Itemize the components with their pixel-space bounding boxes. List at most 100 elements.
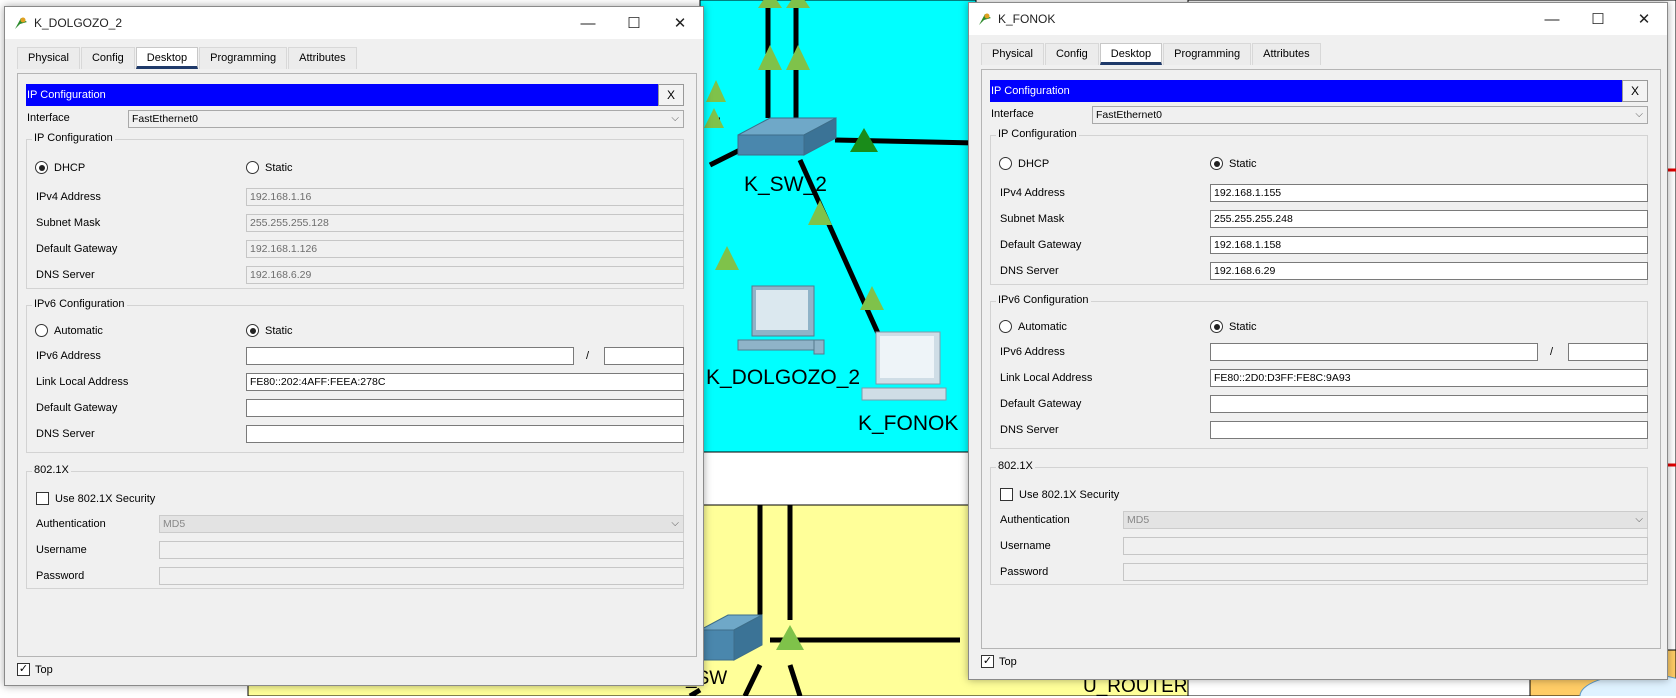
dns-server-field[interactable]: 192.168.6.29: [1210, 262, 1648, 280]
ipv4-address-label: IPv4 Address: [1000, 187, 1065, 199]
tab-attributes[interactable]: Attributes: [1252, 43, 1321, 65]
password-field[interactable]: [1123, 563, 1648, 581]
ipv6-address-field[interactable]: [246, 347, 574, 365]
password-field[interactable]: [159, 567, 684, 585]
dhcp-radio[interactable]: [35, 161, 48, 174]
ipv6-group-title: IPv6 Configuration: [32, 298, 127, 310]
password-label: Password: [36, 570, 85, 582]
static-ipv6-label: Static: [1229, 321, 1257, 333]
tab-physical[interactable]: Physical: [981, 43, 1044, 65]
dns-server-label: DNS Server: [1000, 265, 1059, 277]
authentication-select[interactable]: MD5 ⌵: [159, 515, 684, 533]
dot1x-group-title: 802.1X: [996, 460, 1035, 472]
default-gateway-field[interactable]: 192.168.1.126: [246, 240, 684, 258]
label-k-sw-2: K_SW_2: [744, 173, 827, 196]
use-dot1x-checkbox[interactable]: [36, 492, 49, 505]
ipv4-address-label: IPv4 Address: [36, 191, 101, 203]
username-field[interactable]: [159, 541, 684, 559]
ipv6-default-gateway-field[interactable]: [246, 399, 684, 417]
dhcp-label: DHCP: [1018, 158, 1050, 170]
panel-close-button[interactable]: X: [658, 84, 684, 106]
panel-close-button[interactable]: X: [1622, 80, 1648, 102]
top-checkbox[interactable]: ✓: [17, 663, 30, 676]
tab-config[interactable]: Config: [1044, 43, 1099, 65]
maximize-button[interactable]: ☐: [611, 7, 657, 39]
static-ipv6-radio[interactable]: [1210, 320, 1223, 333]
ipv4-address-field[interactable]: 192.168.1.16: [246, 188, 684, 206]
minimize-button[interactable]: —: [1529, 3, 1575, 35]
automatic-radio[interactable]: [999, 320, 1012, 333]
tab-desktop[interactable]: Desktop: [1099, 43, 1163, 65]
link-local-address-field[interactable]: FE80::2D0:D3FF:FE8C:9A93: [1210, 369, 1648, 387]
tab-attributes[interactable]: Attributes: [288, 47, 357, 69]
title-bar[interactable]: K_DOLGOZO_2 — ☐ ✕: [5, 7, 703, 39]
static-ipv4-radio[interactable]: [246, 161, 259, 174]
link-local-address-field[interactable]: FE80::202:4AFF:FEEA:278C: [246, 373, 684, 391]
label-k-dolgozo-2: K_DOLGOZO_2: [706, 366, 861, 389]
chevron-down-icon: ⌵: [1635, 109, 1643, 120]
chevron-down-icon: ⌵: [671, 113, 679, 124]
subnet-mask-field[interactable]: 255.255.255.248: [1210, 210, 1648, 228]
dhcp-radio[interactable]: [999, 157, 1012, 170]
tab-programming[interactable]: Programming: [1163, 43, 1252, 65]
subnet-mask-field[interactable]: 255.255.255.128: [246, 214, 684, 232]
username-field[interactable]: [1123, 537, 1648, 555]
window-k-fonok: K_FONOK — ☐ ✕ Physical Config Desktop Pr…: [968, 2, 1668, 680]
dns-server-label: DNS Server: [36, 269, 95, 281]
automatic-label: Automatic: [1018, 321, 1067, 333]
ipv6-dns-server-label: DNS Server: [1000, 424, 1059, 436]
close-button[interactable]: ✕: [657, 7, 703, 39]
close-button[interactable]: ✕: [1621, 3, 1667, 35]
username-label: Username: [1000, 540, 1051, 552]
ipv6-address-field[interactable]: [1210, 343, 1538, 361]
authentication-value: MD5: [1127, 514, 1150, 526]
default-gateway-field[interactable]: 192.168.1.158: [1210, 236, 1648, 254]
link-local-address-label: Link Local Address: [1000, 372, 1093, 384]
prefix-separator: /: [1550, 346, 1554, 358]
password-label: Password: [1000, 566, 1049, 578]
authentication-value: MD5: [163, 518, 186, 530]
username-label: Username: [36, 544, 87, 556]
use-dot1x-label: Use 802.1X Security: [55, 493, 156, 505]
static-ipv6-radio[interactable]: [246, 324, 259, 337]
ipv6-group-title: IPv6 Configuration: [996, 294, 1091, 306]
chevron-down-icon: ⌵: [671, 518, 679, 529]
authentication-select[interactable]: MD5 ⌵: [1123, 511, 1648, 529]
tab-programming[interactable]: Programming: [199, 47, 288, 69]
use-dot1x-checkbox[interactable]: [1000, 488, 1013, 501]
panel-title: IP Configuration: [991, 85, 1070, 97]
interface-select[interactable]: FastEthernet0 ⌵: [1092, 106, 1648, 124]
ipv4-address-field[interactable]: 192.168.1.155: [1210, 184, 1648, 202]
ipv6-address-label: IPv6 Address: [1000, 346, 1065, 358]
static-ipv4-label: Static: [1229, 158, 1257, 170]
subnet-mask-label: Subnet Mask: [36, 217, 101, 229]
top-label: Top: [35, 664, 53, 676]
interface-label: Interface: [27, 112, 70, 124]
minimize-button[interactable]: —: [565, 7, 611, 39]
interface-select[interactable]: FastEthernet0 ⌵: [128, 110, 684, 128]
ipv6-default-gateway-field[interactable]: [1210, 395, 1648, 413]
ipv6-dns-server-field[interactable]: [246, 425, 684, 443]
maximize-button[interactable]: ☐: [1575, 3, 1621, 35]
ipv4-group-title: IP Configuration: [32, 132, 115, 144]
ipv4-group-title: IP Configuration: [996, 128, 1079, 140]
tab-config[interactable]: Config: [80, 47, 135, 69]
static-ipv4-radio[interactable]: [1210, 157, 1223, 170]
tab-physical[interactable]: Physical: [17, 47, 80, 69]
ipv6-prefix-field[interactable]: [1568, 343, 1648, 361]
prefix-separator: /: [586, 350, 590, 362]
tab-desktop[interactable]: Desktop: [135, 47, 199, 69]
ipv6-default-gateway-label: Default Gateway: [36, 402, 118, 414]
automatic-radio[interactable]: [35, 324, 48, 337]
panel-title: IP Configuration: [27, 89, 106, 101]
top-checkbox[interactable]: ✓: [981, 655, 994, 668]
ip-config-panel-header: IP Configuration X: [990, 80, 1648, 102]
static-ipv4-label: Static: [265, 162, 293, 174]
ip-config-panel-header: IP Configuration X: [26, 84, 684, 106]
dns-server-field[interactable]: 192.168.6.29: [246, 266, 684, 284]
desktop-content: IP Configuration X Interface FastEtherne…: [981, 69, 1661, 649]
ipv6-dns-server-field[interactable]: [1210, 421, 1648, 439]
title-bar[interactable]: K_FONOK — ☐ ✕: [969, 3, 1667, 35]
ipv6-prefix-field[interactable]: [604, 347, 684, 365]
window-k-dolgozo-2: K_DOLGOZO_2 — ☐ ✕ Physical Config Deskto…: [4, 6, 704, 686]
